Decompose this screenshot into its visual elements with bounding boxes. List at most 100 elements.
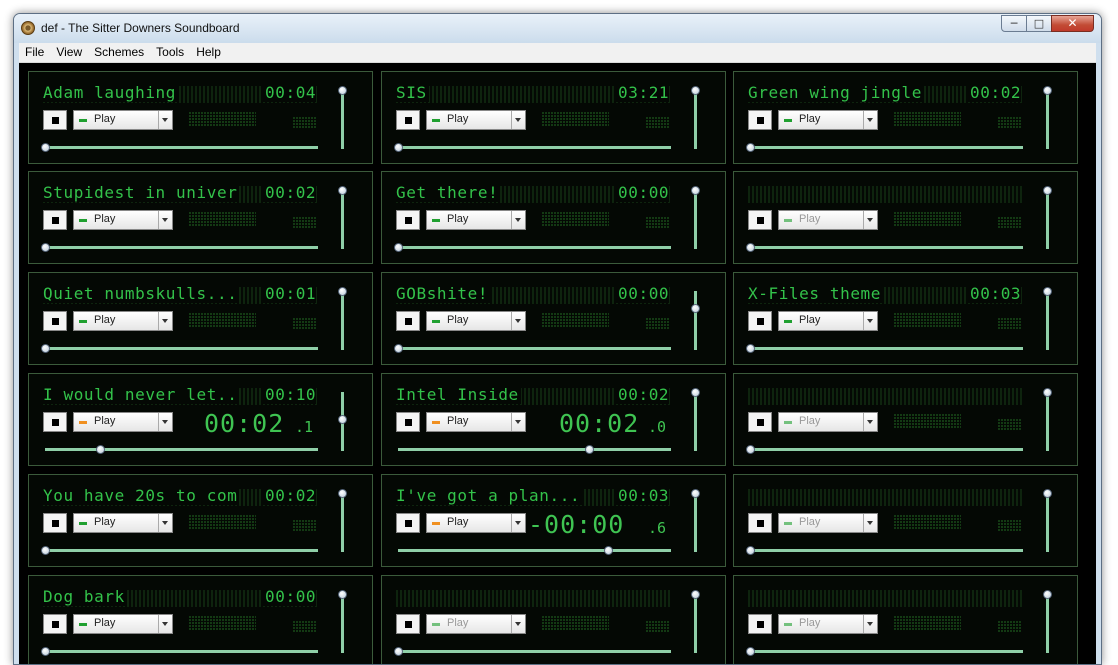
volume-slider-thumb[interactable] (691, 388, 700, 397)
volume-slider-track[interactable] (694, 594, 697, 653)
dropdown-arrow-button[interactable] (511, 413, 525, 431)
position-slider-thumb[interactable] (746, 143, 755, 152)
stop-button[interactable] (748, 210, 772, 230)
dropdown-arrow-button[interactable] (511, 514, 525, 532)
position-slider-track[interactable] (398, 448, 671, 451)
stop-button[interactable] (43, 412, 67, 432)
volume-slider-thumb[interactable] (691, 489, 700, 498)
play-mode-dropdown[interactable]: Play (426, 210, 526, 230)
position-slider-track[interactable] (398, 549, 671, 552)
stop-button[interactable] (748, 110, 772, 130)
play-mode-dropdown[interactable]: Play (73, 210, 173, 230)
position-slider-track[interactable] (750, 347, 1023, 350)
stop-button[interactable] (396, 110, 420, 130)
position-slider-thumb[interactable] (604, 546, 613, 555)
play-mode-dropdown[interactable]: Play (426, 614, 526, 634)
volume-slider-thumb[interactable] (691, 86, 700, 95)
dropdown-arrow-button[interactable] (158, 111, 172, 129)
play-mode-dropdown[interactable]: Play (73, 513, 173, 533)
minimize-button[interactable]: ─ (1001, 15, 1027, 32)
dropdown-arrow-button[interactable] (511, 615, 525, 633)
dropdown-arrow-button[interactable] (158, 615, 172, 633)
menu-tools[interactable]: Tools (150, 43, 190, 62)
speaker-app-icon[interactable] (21, 21, 35, 35)
play-mode-dropdown[interactable]: Play (73, 110, 173, 130)
position-slider-thumb[interactable] (41, 243, 50, 252)
position-slider-track[interactable] (750, 448, 1023, 451)
stop-button[interactable] (748, 614, 772, 634)
play-mode-dropdown[interactable]: Play (426, 412, 526, 432)
position-slider-thumb[interactable] (41, 143, 50, 152)
title-bar[interactable]: def - The Sitter Downers Soundboard ─ □ … (14, 14, 1101, 43)
volume-slider-thumb[interactable] (691, 304, 700, 313)
volume-slider-thumb[interactable] (338, 287, 347, 296)
volume-slider-track[interactable] (694, 90, 697, 149)
menu-help[interactable]: Help (190, 43, 227, 62)
dropdown-arrow-button[interactable] (158, 211, 172, 229)
position-slider-thumb[interactable] (96, 445, 105, 454)
stop-button[interactable] (748, 513, 772, 533)
volume-slider-thumb[interactable] (1043, 590, 1052, 599)
volume-slider-track[interactable] (1046, 90, 1049, 149)
dropdown-arrow-button[interactable] (863, 615, 877, 633)
stop-button[interactable] (396, 210, 420, 230)
volume-slider-thumb[interactable] (691, 186, 700, 195)
dropdown-arrow-button[interactable] (158, 413, 172, 431)
volume-slider-thumb[interactable] (338, 186, 347, 195)
volume-slider-track[interactable] (1046, 291, 1049, 350)
play-mode-dropdown[interactable]: Play (778, 614, 878, 634)
play-mode-dropdown[interactable]: Play (426, 513, 526, 533)
volume-slider-track[interactable] (341, 190, 344, 249)
position-slider-track[interactable] (398, 650, 671, 653)
dropdown-arrow-button[interactable] (863, 413, 877, 431)
volume-slider-thumb[interactable] (1043, 86, 1052, 95)
volume-slider-track[interactable] (1046, 594, 1049, 653)
position-slider-track[interactable] (398, 246, 671, 249)
volume-slider-thumb[interactable] (338, 86, 347, 95)
stop-button[interactable] (43, 513, 67, 533)
volume-slider-thumb[interactable] (338, 415, 347, 424)
volume-slider-track[interactable] (694, 291, 697, 350)
position-slider-track[interactable] (45, 347, 318, 350)
dropdown-arrow-button[interactable] (863, 312, 877, 330)
play-mode-dropdown[interactable]: Play (73, 311, 173, 331)
dropdown-arrow-button[interactable] (863, 514, 877, 532)
position-slider-track[interactable] (750, 246, 1023, 249)
volume-slider-track[interactable] (694, 392, 697, 451)
maximize-button[interactable]: □ (1026, 15, 1052, 32)
position-slider-track[interactable] (750, 146, 1023, 149)
volume-slider-thumb[interactable] (1043, 186, 1052, 195)
volume-slider-thumb[interactable] (1043, 489, 1052, 498)
stop-button[interactable] (396, 513, 420, 533)
dropdown-arrow-button[interactable] (511, 111, 525, 129)
dropdown-arrow-button[interactable] (863, 111, 877, 129)
volume-slider-track[interactable] (341, 594, 344, 653)
stop-button[interactable] (43, 210, 67, 230)
position-slider-thumb[interactable] (585, 445, 594, 454)
volume-slider-thumb[interactable] (691, 590, 700, 599)
volume-slider-track[interactable] (341, 493, 344, 552)
position-slider-track[interactable] (750, 650, 1023, 653)
position-slider-track[interactable] (750, 549, 1023, 552)
position-slider-track[interactable] (45, 549, 318, 552)
volume-slider-track[interactable] (341, 90, 344, 149)
menu-view[interactable]: View (50, 43, 88, 62)
volume-slider-thumb[interactable] (1043, 388, 1052, 397)
dropdown-arrow-button[interactable] (511, 211, 525, 229)
stop-button[interactable] (748, 311, 772, 331)
volume-slider-thumb[interactable] (338, 489, 347, 498)
position-slider-thumb[interactable] (394, 344, 403, 353)
volume-slider-track[interactable] (694, 493, 697, 552)
volume-slider-track[interactable] (341, 291, 344, 350)
position-slider-thumb[interactable] (394, 243, 403, 252)
position-slider-thumb[interactable] (746, 546, 755, 555)
position-slider-thumb[interactable] (746, 344, 755, 353)
position-slider-thumb[interactable] (41, 647, 50, 656)
close-button[interactable]: ✕ (1051, 15, 1094, 32)
stop-button[interactable] (748, 412, 772, 432)
dropdown-arrow-button[interactable] (158, 312, 172, 330)
stop-button[interactable] (43, 311, 67, 331)
play-mode-dropdown[interactable]: Play (778, 210, 878, 230)
volume-slider-track[interactable] (1046, 190, 1049, 249)
position-slider-thumb[interactable] (41, 344, 50, 353)
